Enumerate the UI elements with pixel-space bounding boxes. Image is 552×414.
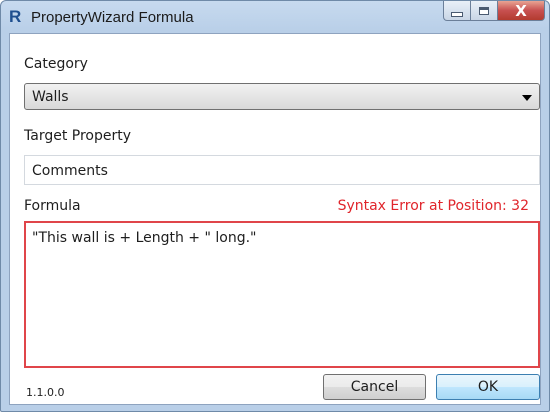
minimize-button[interactable] — [443, 1, 471, 21]
dialog-client-area: Category Walls Target Property Comments … — [9, 33, 541, 405]
close-icon: X — [515, 1, 527, 20]
category-selected-value: Walls — [32, 89, 69, 105]
maximize-button[interactable] — [471, 1, 498, 21]
version-label: 1.1.0.0 — [26, 386, 65, 399]
syntax-error-message: Syntax Error at Position: 32 — [337, 198, 529, 214]
chevron-down-icon — [522, 95, 532, 101]
caption-buttons: X — [443, 1, 545, 23]
window-title: PropertyWizard Formula — [31, 9, 194, 26]
cancel-button[interactable]: Cancel — [323, 374, 426, 400]
formula-label: Formula — [24, 198, 81, 214]
category-dropdown[interactable]: Walls — [24, 83, 540, 110]
formula-textarea[interactable]: "This wall is + Length + " long." — [24, 221, 540, 368]
formula-value: "This wall is + Length + " long." — [32, 230, 257, 246]
title-bar[interactable]: R PropertyWizard Formula X — [1, 1, 551, 33]
target-property-value: Comments — [32, 163, 108, 179]
target-property-input[interactable]: Comments — [24, 155, 540, 185]
minimize-icon — [451, 12, 463, 17]
maximize-icon — [479, 6, 489, 15]
ok-button[interactable]: OK — [436, 374, 540, 400]
target-property-label: Target Property — [24, 128, 132, 144]
category-label: Category — [24, 56, 88, 72]
close-button[interactable]: X — [498, 1, 545, 21]
formula-dialog: R PropertyWizard Formula X Category Wall… — [0, 0, 550, 412]
revit-app-icon: R — [9, 7, 22, 26]
